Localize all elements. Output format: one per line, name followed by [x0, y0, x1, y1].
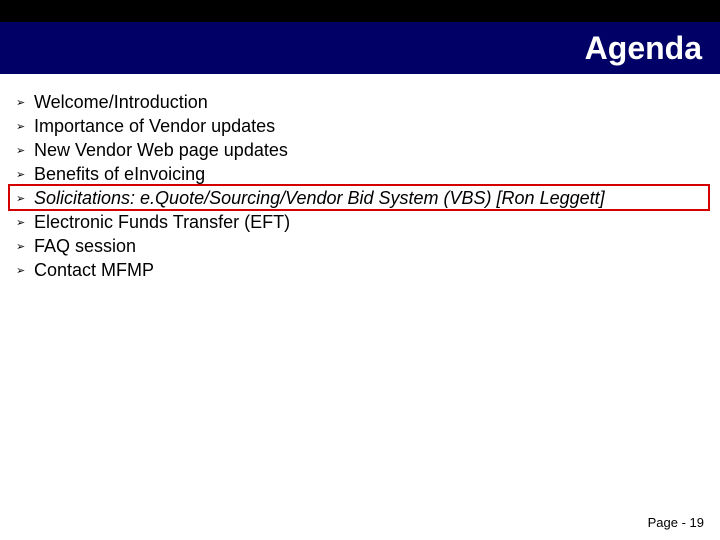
title-bar: Agenda — [0, 22, 720, 74]
bullet-text: FAQ session — [34, 236, 136, 257]
list-item: ➢ Benefits of eInvoicing — [14, 162, 706, 186]
list-item: ➢ Importance of Vendor updates — [14, 114, 706, 138]
list-item: ➢ Solicitations: e.Quote/Sourcing/Vendor… — [14, 186, 706, 210]
bullet-text: Welcome/Introduction — [34, 92, 208, 113]
slide-title: Agenda — [585, 30, 702, 67]
slide: Agenda ➢ Welcome/Introduction ➢ Importan… — [0, 0, 720, 540]
list-item: ➢ Electronic Funds Transfer (EFT) — [14, 210, 706, 234]
bullet-text: New Vendor Web page updates — [34, 140, 288, 161]
chevron-right-icon: ➢ — [14, 168, 34, 181]
bullet-text: Importance of Vendor updates — [34, 116, 275, 137]
chevron-right-icon: ➢ — [14, 192, 34, 205]
list-item: ➢ FAQ session — [14, 234, 706, 258]
chevron-right-icon: ➢ — [14, 216, 34, 229]
bullet-text: Electronic Funds Transfer (EFT) — [34, 212, 290, 233]
chevron-right-icon: ➢ — [14, 264, 34, 277]
bullet-text: Contact MFMP — [34, 260, 154, 281]
list-item: ➢ Contact MFMP — [14, 258, 706, 282]
chevron-right-icon: ➢ — [14, 120, 34, 133]
top-black-strip — [0, 0, 720, 22]
chevron-right-icon: ➢ — [14, 144, 34, 157]
bullet-text: Solicitations: e.Quote/Sourcing/Vendor B… — [34, 188, 605, 209]
content-area: ➢ Welcome/Introduction ➢ Importance of V… — [14, 90, 706, 282]
list-item: ➢ Welcome/Introduction — [14, 90, 706, 114]
list-item: ➢ New Vendor Web page updates — [14, 138, 706, 162]
bullet-text: Benefits of eInvoicing — [34, 164, 205, 185]
chevron-right-icon: ➢ — [14, 96, 34, 109]
page-number: Page - 19 — [648, 515, 704, 530]
chevron-right-icon: ➢ — [14, 240, 34, 253]
